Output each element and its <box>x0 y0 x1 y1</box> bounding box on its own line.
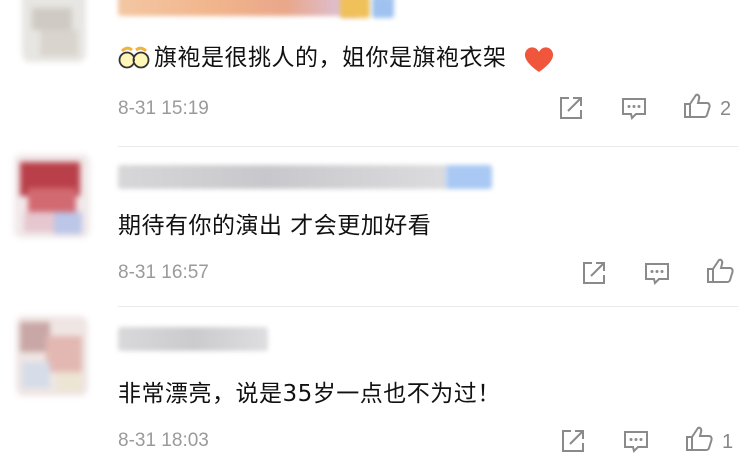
username-blurred[interactable] <box>118 327 268 351</box>
share-icon <box>583 262 605 284</box>
share-icon <box>560 97 582 119</box>
comment-text-body: 旗袍是很挑人的，姐你是旗袍衣架 <box>154 45 507 71</box>
comment-text: 期待有你的演出 才会更加好看 <box>118 213 432 239</box>
avatar[interactable] <box>22 0 86 62</box>
comment-item-2: 期待有你的演出 才会更加好看 8-31 16:57 <box>0 150 739 310</box>
comment-text: 非常漂亮，说是35岁一点也不为过！ <box>118 381 501 407</box>
divider <box>118 306 739 307</box>
reply-button[interactable] <box>619 93 649 123</box>
comment-icon <box>624 431 648 453</box>
badge-blurred <box>340 0 370 18</box>
sweat-glasses-emoji <box>118 44 150 74</box>
like-button[interactable] <box>682 91 712 121</box>
share-icon <box>562 430 584 452</box>
reply-button[interactable] <box>621 426 651 456</box>
like-button[interactable] <box>684 424 714 454</box>
share-button[interactable] <box>558 426 588 456</box>
share-button[interactable] <box>579 258 609 288</box>
reply-button[interactable] <box>642 258 672 288</box>
share-button[interactable] <box>556 93 586 123</box>
thumbs-up-icon <box>707 258 734 283</box>
avatar[interactable] <box>14 154 90 238</box>
comment-time: 8-31 15:19 <box>118 98 209 119</box>
comment-time: 8-31 18:03 <box>118 430 209 451</box>
username-blurred[interactable] <box>118 0 358 16</box>
comment-item-3: 非常漂亮，说是35岁一点也不为过！ 8-31 18:03 1 <box>0 310 739 465</box>
avatar[interactable] <box>16 316 88 396</box>
like-button[interactable] <box>705 256 735 286</box>
comment-icon <box>645 263 669 285</box>
like-count: 1 <box>722 431 734 453</box>
comment-time: 8-31 16:57 <box>118 262 209 283</box>
comment-text: 旗袍是很挑人的，姐你是旗袍衣架 <box>118 38 556 74</box>
divider <box>118 146 739 147</box>
thumbs-up-icon <box>686 426 713 451</box>
thumbs-up-icon <box>684 93 711 118</box>
like-count: 2 <box>720 98 732 120</box>
comment-item-1: 旗袍是很挑人的，姐你是旗袍衣架 8-31 15:19 2 <box>0 0 739 150</box>
comment-icon <box>622 98 646 120</box>
username-blurred[interactable] <box>118 165 448 189</box>
badge-blurred <box>446 165 492 189</box>
badge-blurred <box>372 0 394 18</box>
heart-emoji <box>522 44 556 74</box>
